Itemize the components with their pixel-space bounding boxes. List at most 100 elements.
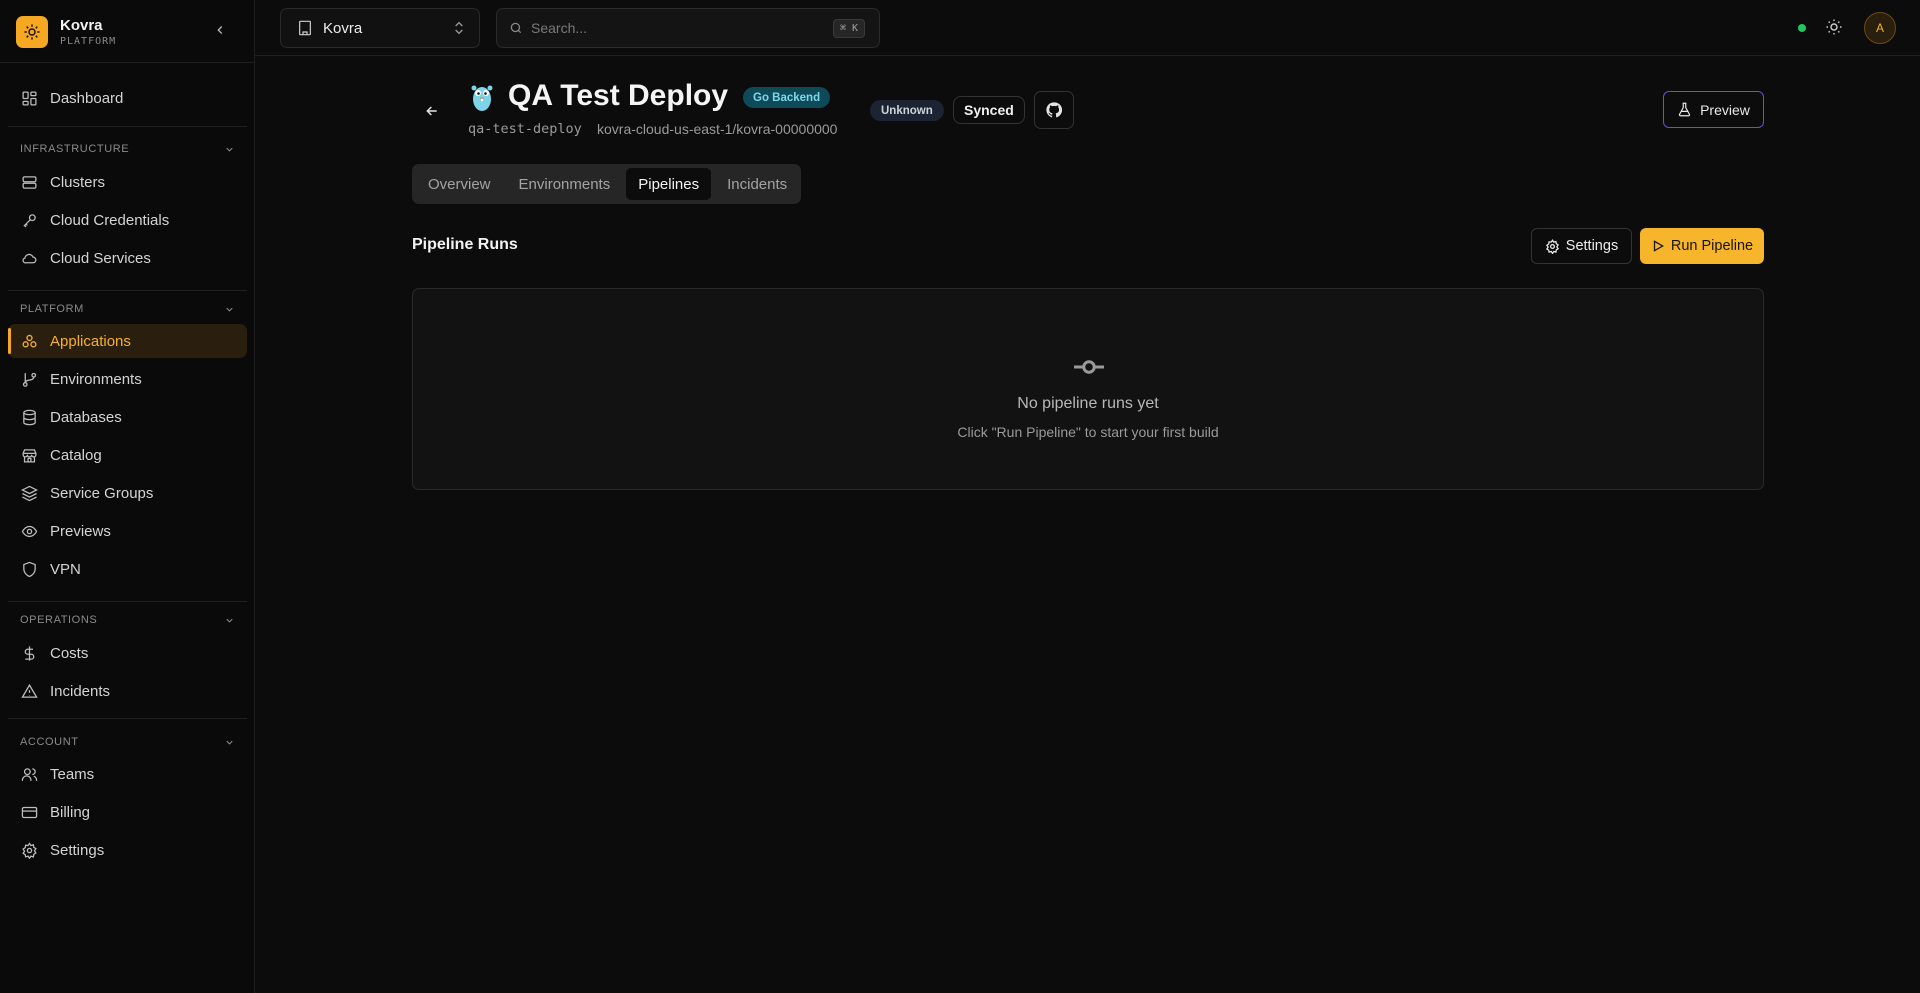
org-name: Kovra [323,19,363,37]
section-title: ACCOUNT [20,736,79,748]
sidebar-item-catalog[interactable]: Catalog [8,438,247,472]
sidebar-item-label: Catalog [50,446,102,464]
cluster-path: kovra-cloud-us-east-1/kovra-00000000 [597,121,838,137]
sidebar-item-service-groups[interactable]: Service Groups [8,476,247,510]
sidebar-item-label: Clusters [50,173,106,191]
empty-state-title: No pipeline runs yet [1017,395,1159,412]
gopher-icon [469,82,495,112]
users-icon [20,765,38,783]
pipeline-settings-button[interactable]: Settings [1531,228,1632,264]
eye-icon [20,522,38,540]
page-title: QA Test Deploy [508,79,729,112]
empty-state-card: No pipeline runs yet Click "Run Pipeline… [412,288,1764,490]
sidebar-item-settings[interactable]: Settings [8,833,247,867]
divider [8,290,247,291]
sync-status-badge: Synced [953,96,1025,124]
collapse-sidebar-button[interactable] [210,20,230,40]
divider [8,126,247,127]
sidebar-item-label: VPN [50,560,81,578]
dollar-icon [20,644,38,662]
search-icon [510,22,522,34]
sidebar-item-cloud-services[interactable]: Cloud Services [8,241,247,275]
chevron-down-icon [226,147,233,152]
back-button[interactable] [421,100,443,122]
chevron-down-icon [226,618,233,623]
tab-environments[interactable]: Environments [507,168,623,200]
sidebar-item-label: Teams [50,765,95,783]
layers-icon [20,484,38,502]
dashboard-icon [20,89,38,107]
arrow-left-icon [426,106,437,116]
applications-icon [20,332,38,350]
sidebar-item-label: Applications [50,332,131,350]
brand[interactable]: Kovra PLATFORM [16,16,116,48]
credit-card-icon [20,803,38,821]
sidebar-item-clusters[interactable]: Clusters [8,165,247,199]
brand-logo-icon [16,16,48,48]
pipeline-runs-heading: Pipeline Runs [412,236,518,253]
divider [0,62,254,63]
brand-name: Kovra [60,16,103,34]
sidebar-item-incidents[interactable]: Incidents [8,674,247,708]
git-commit-icon [1071,349,1107,385]
topbar: Kovra ⌘ K A [255,0,1920,56]
sidebar-item-teams[interactable]: Teams [8,757,247,791]
org-selector[interactable]: Kovra [280,8,480,48]
alert-triangle-icon [20,682,38,700]
avatar[interactable]: A [1864,12,1896,44]
store-icon [20,446,38,464]
language-badge: Go Backend [743,87,831,108]
sidebar-item-vpn[interactable]: VPN [8,552,247,586]
sidebar-item-label: Environments [50,370,142,388]
play-icon [1653,240,1664,252]
sidebar-item-label: Service Groups [50,484,154,502]
sidebar-item-dashboard[interactable]: Dashboard [8,81,247,115]
status-indicator [1798,24,1806,32]
sidebar-item-label: Previews [50,522,111,540]
cloud-icon [20,249,38,267]
chevron-down-icon [226,307,233,312]
sidebar-item-applications[interactable]: Applications [8,324,247,358]
section-header-operations[interactable]: OPERATIONS [20,612,235,628]
sidebar-item-cloud-credentials[interactable]: Cloud Credentials [8,203,247,237]
server-icon [20,173,38,191]
run-pipeline-button[interactable]: Run Pipeline [1640,228,1764,264]
flask-icon [1678,102,1691,117]
tab-pipelines[interactable]: Pipelines [626,168,712,200]
git-branch-icon [20,370,38,388]
divider [8,718,247,719]
sidebar-item-environments[interactable]: Environments [8,362,247,396]
chevrons-up-down-icon [455,21,463,35]
section-header-infrastructure[interactable]: INFRASTRUCTURE [20,141,235,157]
search-input[interactable] [531,20,821,36]
sidebar-item-previews[interactable]: Previews [8,514,247,548]
sidebar-item-label: Dashboard [50,89,124,107]
settings-button-label: Settings [1565,238,1619,254]
sidebar-item-label: Cloud Credentials [50,211,170,229]
section-header-platform[interactable]: PLATFORM [20,301,235,317]
preview-button[interactable]: Preview [1663,91,1764,128]
theme-toggle-button[interactable] [1825,18,1845,38]
section-title: PLATFORM [20,303,84,315]
sidebar-item-billing[interactable]: Billing [8,795,247,829]
sidebar: Kovra PLATFORM Dashboard INFRASTRUCTURE … [0,0,255,993]
sidebar-item-label: Cloud Services [50,249,151,267]
sidebar-item-label: Billing [50,803,91,821]
building-icon [299,20,311,36]
sidebar-item-label: Databases [50,408,122,426]
tabs: Overview Environments Pipelines Incident… [412,164,801,204]
sidebar-item-label: Settings [50,841,105,859]
tab-overview[interactable]: Overview [416,168,503,200]
github-icon [1046,102,1062,118]
empty-state-subtitle: Click "Run Pipeline" to start your first… [957,424,1219,440]
chevron-left-icon [217,26,223,34]
search-box[interactable]: ⌘ K [496,8,880,48]
sidebar-item-databases[interactable]: Databases [8,400,247,434]
section-title: INFRASTRUCTURE [20,143,130,155]
section-header-account[interactable]: ACCOUNT [20,734,235,750]
github-button[interactable] [1034,91,1074,129]
chevron-down-icon [226,740,233,745]
sidebar-item-costs[interactable]: Costs [8,636,247,670]
tab-incidents[interactable]: Incidents [715,168,799,200]
sidebar-item-label: Costs [50,644,89,662]
